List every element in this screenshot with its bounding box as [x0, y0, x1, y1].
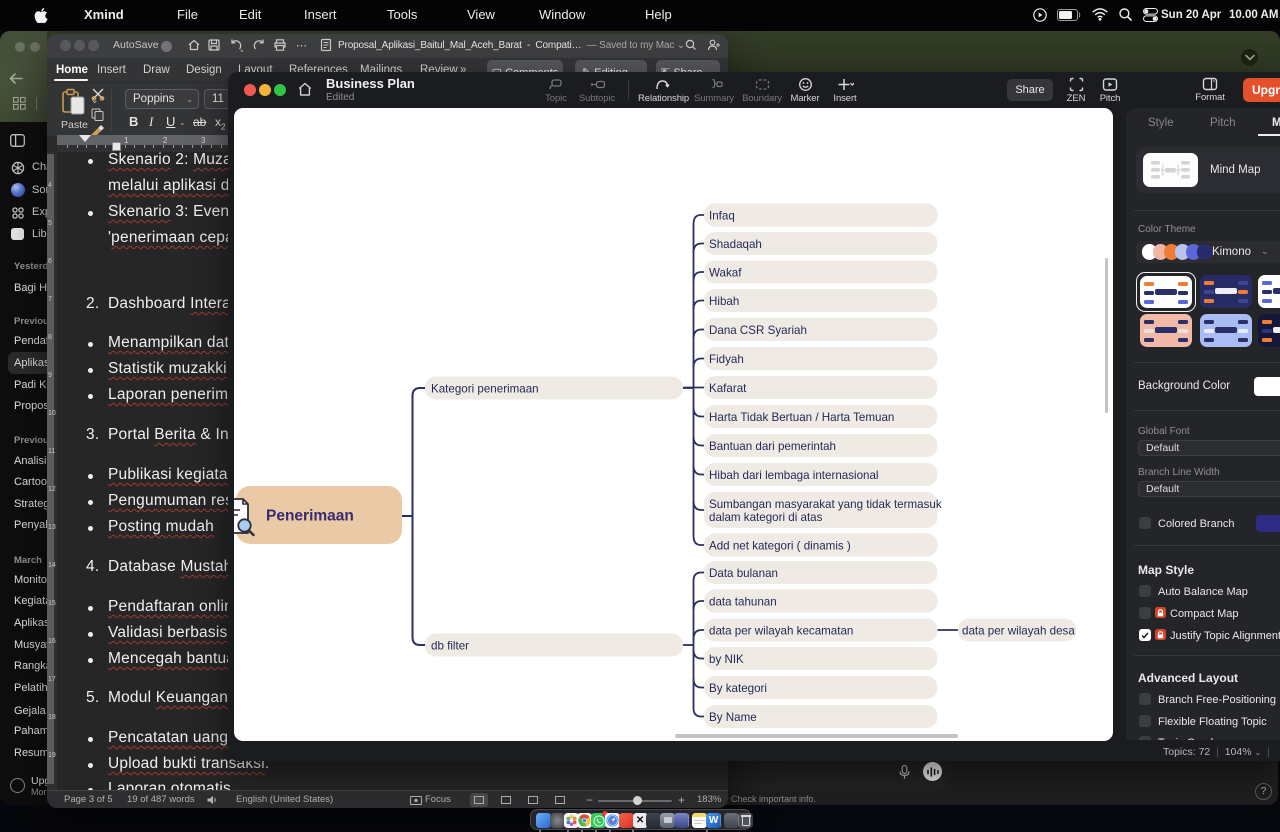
svg-text:Bantuan dari pemerintah: Bantuan dari pemerintah [709, 440, 836, 453]
svg-text:Infaq: Infaq [709, 210, 735, 223]
svg-text:dalam kategori di atas: dalam kategori di atas [709, 511, 823, 524]
svg-text:Data bulanan: Data bulanan [709, 567, 778, 580]
svg-text:Hibah dari lembaga internasion: Hibah dari lembaga internasional [709, 469, 879, 482]
svg-text:Add net kategori ( dinamis ): Add net kategori ( dinamis ) [709, 540, 851, 553]
svg-text:data per wilayah kecamatan: data per wilayah kecamatan [709, 625, 853, 638]
svg-text:Kafarat: Kafarat [709, 382, 747, 395]
svg-text:By kategori: By kategori [709, 682, 767, 695]
svg-text:data per wilayah desa: data per wilayah desa [962, 625, 1075, 638]
svg-text:Kategori penerimaan: Kategori penerimaan [431, 383, 539, 396]
svg-text:Fidyah: Fidyah [709, 353, 744, 366]
svg-text:Sumbangan masyarakat yang tida: Sumbangan masyarakat yang tidak termasuk [709, 498, 942, 511]
svg-text:Wakaf: Wakaf [709, 267, 742, 280]
svg-text:by NIK: by NIK [709, 653, 744, 666]
svg-text:Dana CSR Syariah: Dana CSR Syariah [709, 324, 807, 337]
svg-text:Penerimaan: Penerimaan [266, 508, 354, 525]
svg-text:Harta Tidak Bertuan / Harta Te: Harta Tidak Bertuan / Harta Temuan [709, 411, 894, 424]
svg-text:Shadaqah: Shadaqah [709, 238, 762, 251]
svg-text:db filter: db filter [431, 640, 469, 653]
svg-text:By Name: By Name [709, 711, 757, 724]
svg-text:data tahunan: data tahunan [709, 596, 777, 609]
svg-text:Hibah: Hibah [709, 295, 739, 308]
